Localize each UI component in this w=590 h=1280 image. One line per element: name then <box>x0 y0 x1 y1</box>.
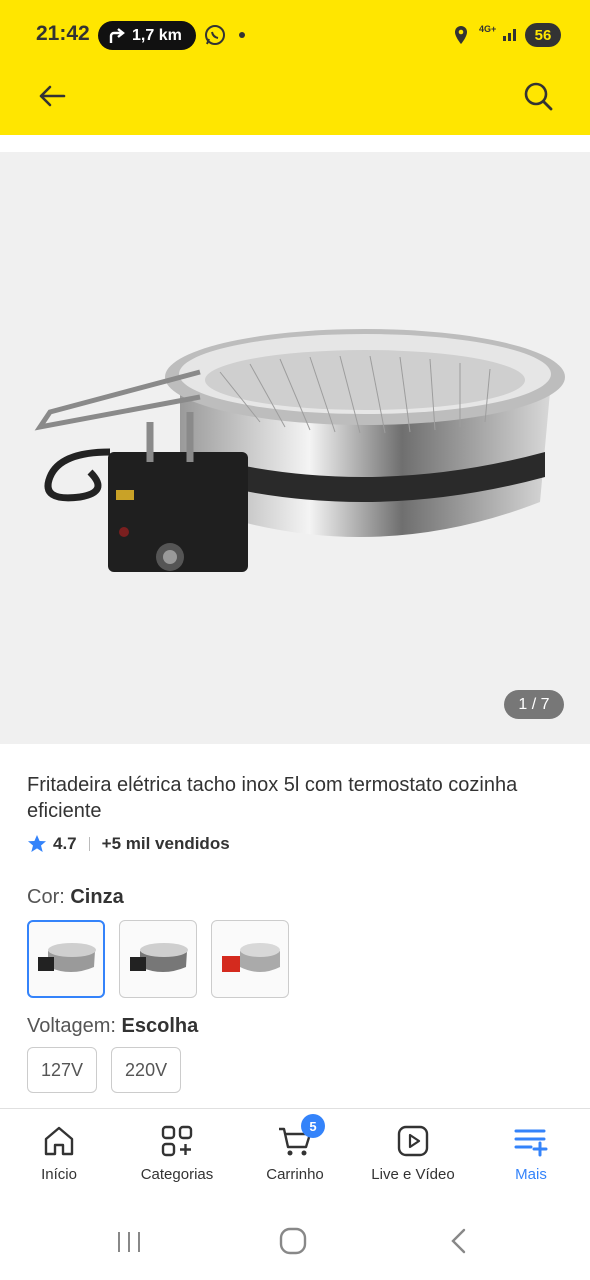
star-icon <box>28 835 46 852</box>
location-icon <box>455 26 467 44</box>
more-icon <box>514 1129 548 1157</box>
tab-label: Categorias <box>140 1166 214 1183</box>
status-time: 21:42 <box>36 22 90 45</box>
product-thumbnail <box>222 943 280 972</box>
cart-badge: 5 <box>301 1114 325 1138</box>
sold-count: +5 mil vendidos <box>101 834 230 853</box>
signal-icon <box>503 29 516 41</box>
home-button-icon[interactable] <box>279 1227 307 1255</box>
voltage-label-text: Voltagem: <box>27 1015 116 1037</box>
back-nav-icon[interactable] <box>448 1227 468 1255</box>
turn-right-icon <box>109 27 125 43</box>
color-swatch-vermelho[interactable] <box>211 920 289 998</box>
play-icon <box>397 1125 429 1157</box>
recent-apps-icon[interactable] <box>116 1230 142 1254</box>
system-navigation-bar <box>0 1210 590 1280</box>
tab-inicio[interactable]: Início <box>0 1110 118 1200</box>
color-swatches <box>27 920 303 998</box>
product-thumbnail <box>38 943 96 972</box>
image-counter: 1 / 7 <box>504 690 564 719</box>
tab-label: Carrinho <box>266 1166 324 1183</box>
rating-value: 4.7 <box>53 834 77 853</box>
product-thumbnail <box>130 943 188 972</box>
tab-label: Início <box>41 1166 77 1183</box>
color-selected-value: Cinza <box>70 886 124 908</box>
color-swatch-cinza[interactable] <box>27 920 105 998</box>
notification-dot <box>239 32 245 38</box>
product-image <box>34 329 565 572</box>
search-button[interactable] <box>520 78 556 114</box>
tab-categorias[interactable]: Categorias <box>118 1110 236 1200</box>
voltage-option-220v[interactable]: 220V <box>111 1047 182 1093</box>
tab-carrinho[interactable]: 5 Carrinho <box>236 1110 354 1200</box>
home-icon <box>44 1126 74 1156</box>
voltage-option-label: Voltagem: Escolha <box>27 1015 198 1038</box>
tab-label: Live e Vídeo <box>371 1166 455 1183</box>
divider <box>0 1108 590 1109</box>
divider <box>88 837 90 851</box>
voltage-selected-value: Escolha <box>121 1015 199 1037</box>
rating-row[interactable]: 4.7 +5 mil vendidos <box>27 832 230 856</box>
navigation-chip[interactable]: 1,7 km <box>98 21 196 50</box>
battery-indicator: 56 <box>525 23 561 47</box>
navigation-distance: 1,7 km <box>132 26 182 44</box>
status-bar: 21:42 1,7 km 4G+ 56 <box>0 0 590 70</box>
back-button[interactable] <box>34 78 70 114</box>
product-title: Fritadeira elétrica tacho inox 5l com te… <box>27 774 518 822</box>
categories-icon <box>161 1125 193 1157</box>
tab-label: Mais <box>515 1166 547 1183</box>
voltage-options: 127V 220V <box>27 1047 195 1093</box>
color-label-text: Cor: <box>27 886 65 908</box>
voltage-option-127v[interactable]: 127V <box>27 1047 98 1093</box>
tab-live-e-video[interactable]: Live e Vídeo <box>354 1110 472 1200</box>
whatsapp-icon <box>205 25 225 45</box>
tab-mais[interactable]: Mais <box>472 1110 590 1200</box>
product-gallery[interactable]: 1 / 7 <box>0 152 590 744</box>
bottom-tab-bar: Início Categorias 5 Carrinho Live e Víde… <box>0 1110 590 1200</box>
color-option-label: Cor: Cinza <box>27 886 124 909</box>
color-swatch-preto[interactable] <box>119 920 197 998</box>
network-type: 4G+ <box>479 24 497 34</box>
